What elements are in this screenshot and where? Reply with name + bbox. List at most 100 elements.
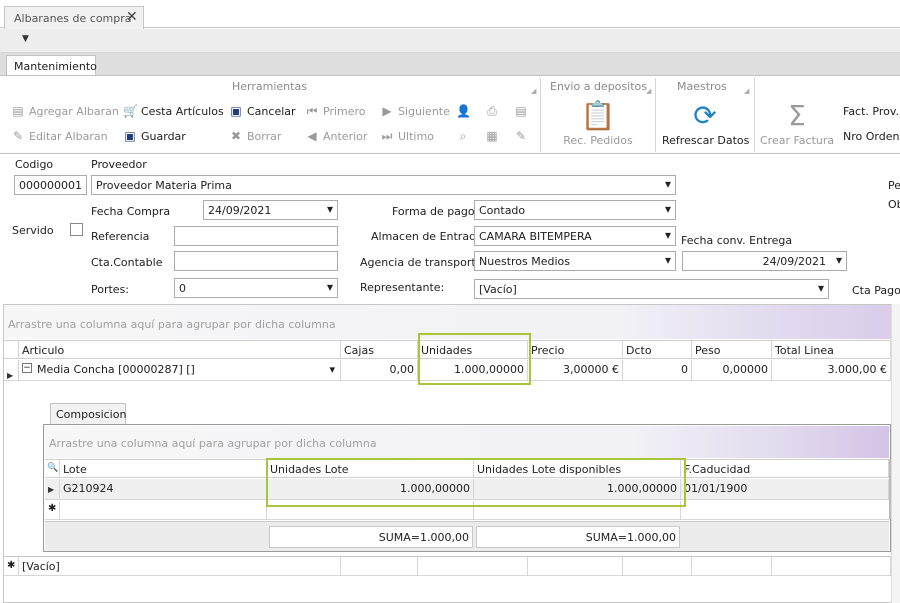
collapse-icon[interactable]: −	[22, 363, 32, 373]
almacen-select[interactable]: CAMARA BITEMPERA	[474, 226, 676, 246]
new-row-icon: ✱	[4, 557, 19, 575]
new-cell[interactable]	[528, 557, 623, 575]
print-icon[interactable]: ⎙	[485, 100, 499, 122]
primero-button[interactable]: ⏮ Primero	[305, 100, 366, 122]
col-total-linea[interactable]: Total Linea	[772, 341, 891, 358]
last-record-icon: ⏭	[381, 129, 393, 143]
tab-composicion[interactable]: Composicion	[50, 403, 126, 424]
group-herramientas-title: Herramientas	[232, 80, 307, 93]
fecha-compra-input[interactable]: 24/09/2021	[203, 200, 338, 220]
binoculars-icon[interactable]: ⌕	[456, 125, 470, 147]
group-launcher-icon[interactable]: ◢	[646, 87, 651, 95]
grid-view-icon[interactable]: ▤	[514, 100, 528, 122]
representante-select[interactable]: [Vacío]	[474, 279, 829, 299]
siguiente-button[interactable]: ▶ Siguiente	[380, 100, 450, 122]
new-cell[interactable]	[623, 557, 692, 575]
representante-label: Representante:	[360, 281, 445, 294]
codigo-input[interactable]: 000000001	[14, 175, 87, 195]
group-launcher-icon[interactable]: ◢	[744, 87, 749, 95]
portes-select[interactable]: 0	[174, 278, 338, 298]
sum-disponibles: SUMA=1.000,00	[476, 526, 680, 548]
agregar-albaran-button[interactable]: ▤ Agregar Albaran	[11, 100, 119, 122]
cell-dcto[interactable]: 0	[623, 360, 692, 380]
col-articulo[interactable]: Articulo	[19, 341, 341, 358]
editar-albaran-button[interactable]: ✎ Editar Albaran	[11, 125, 108, 147]
chevron-down-icon[interactable]: ▾	[329, 363, 335, 376]
group-separator	[540, 78, 541, 152]
cell-total[interactable]: 3.000,00 €	[772, 360, 891, 380]
qat-dropdown-icon[interactable]: ▼	[22, 34, 29, 44]
sigma-icon: Σ	[788, 99, 806, 132]
borrar-button[interactable]: ✖ Borrar	[229, 125, 281, 147]
doc-tab-albaranes[interactable]: Albaranes de compra ✕	[4, 6, 144, 29]
proveedor-select[interactable]: Proveedor Materia Prima	[91, 175, 676, 195]
new-line-row[interactable]: ✱ [Vacío]	[4, 556, 891, 576]
doc-tab-title: Albaranes de compra	[14, 12, 132, 25]
cesta-articulos-label: Cesta Artículos	[141, 104, 224, 118]
new-articulo-cell[interactable]: [Vacío]	[19, 557, 341, 575]
col-precio[interactable]: Precio	[528, 341, 623, 358]
group-hint: Arrastre una columna aquí para agrupar p…	[8, 318, 336, 331]
col-f-caducidad[interactable]: F.Caducidad	[681, 460, 889, 477]
cta-contable-input[interactable]	[174, 251, 338, 271]
crear-factura-label: Crear Factura	[760, 134, 835, 147]
referencia-input[interactable]	[174, 226, 338, 246]
cell-caducidad[interactable]: 01/01/1900	[681, 479, 889, 499]
ultimo-button[interactable]: ⏭ Ultimo	[380, 125, 434, 147]
close-icon[interactable]: ✕	[126, 9, 138, 25]
forma-pago-select[interactable]: Contado	[474, 200, 676, 220]
tab-mantenimiento[interactable]: Mantenimiento	[6, 55, 97, 77]
quick-access-toolbar: ▼	[0, 29, 900, 53]
cell-precio[interactable]: 3,00000 €	[528, 360, 623, 380]
anterior-button[interactable]: ◀ Anterior	[305, 125, 367, 147]
group-separator	[754, 78, 755, 152]
rec-pedidos-button[interactable]: 📋 Rec. Pedidos	[562, 98, 634, 147]
group-launcher-icon[interactable]: ◢	[531, 87, 536, 95]
rec-pedidos-label: Rec. Pedidos	[563, 134, 633, 147]
header-indicator	[4, 341, 19, 358]
add-document-icon: ▤	[12, 104, 24, 118]
col-lote[interactable]: Lote	[60, 460, 267, 477]
vertical-scrollbar[interactable]	[891, 304, 900, 603]
col-peso[interactable]: Peso	[692, 341, 772, 358]
col-cajas[interactable]: Cajas	[341, 341, 418, 358]
guardar-button[interactable]: ▣ Guardar	[123, 125, 186, 147]
filter-search-icon[interactable]: 🔍	[45, 460, 60, 477]
composicion-detail: Composicion Arrastre una columna aquí pa…	[43, 403, 891, 553]
fecha-conv-label: Fecha conv. Entrega	[681, 234, 793, 247]
cell-lote[interactable]: G210924	[60, 479, 267, 499]
new-cell[interactable]	[692, 557, 772, 575]
cell-peso[interactable]: 0,00000	[692, 360, 772, 380]
col-dcto[interactable]: Dcto	[623, 341, 692, 358]
almacen-label: Almacen de Entrada	[371, 230, 483, 243]
proveedor-label: Proveedor	[91, 158, 147, 171]
guardar-label: Guardar	[141, 129, 186, 143]
new-cell[interactable]	[341, 557, 418, 575]
new-cell[interactable]	[772, 557, 891, 575]
cesta-articulos-button[interactable]: 🛒 Cesta Artículos	[123, 100, 224, 122]
next-record-icon: ▶	[382, 104, 392, 118]
crear-factura-button[interactable]: Σ Crear Factura	[760, 98, 834, 147]
export-icon[interactable]: ▦	[485, 125, 499, 147]
summary-footer: SUMA=1.000,00 SUMA=1.000,00	[45, 521, 889, 551]
codigo-label: Codigo	[15, 158, 54, 171]
fecha-conv-input[interactable]: 24/09/2021	[682, 251, 847, 271]
lote-highlight	[266, 458, 686, 507]
servido-checkbox[interactable]	[70, 223, 83, 236]
cell-cajas[interactable]: 0,00	[341, 360, 418, 380]
cell-articulo[interactable]: − Media Concha [00000287] [] ▾	[19, 360, 341, 380]
new-cell[interactable]	[60, 501, 267, 519]
refrescar-datos-button[interactable]: ⟳ Refrescar Datos	[662, 98, 749, 147]
first-record-icon: ⏮	[306, 104, 318, 118]
cancelar-button[interactable]: ▣ Cancelar	[229, 100, 295, 122]
sub-group-panel[interactable]: Arrastre una columna aquí para agrupar p…	[45, 426, 889, 458]
ribbon-tabs: Mantenimiento	[0, 53, 900, 77]
group-envio-title: Envio a depositos	[550, 80, 647, 93]
user-icon[interactable]: 👤	[456, 100, 471, 122]
group-separator	[655, 78, 656, 152]
new-cell[interactable]	[418, 557, 528, 575]
tag-icon[interactable]: ✎	[514, 125, 528, 147]
sum-unidades-lote: SUMA=1.000,00	[269, 526, 473, 548]
agencia-select[interactable]: Nuestros Medios	[474, 251, 676, 271]
portes-label: Portes:	[91, 283, 130, 296]
